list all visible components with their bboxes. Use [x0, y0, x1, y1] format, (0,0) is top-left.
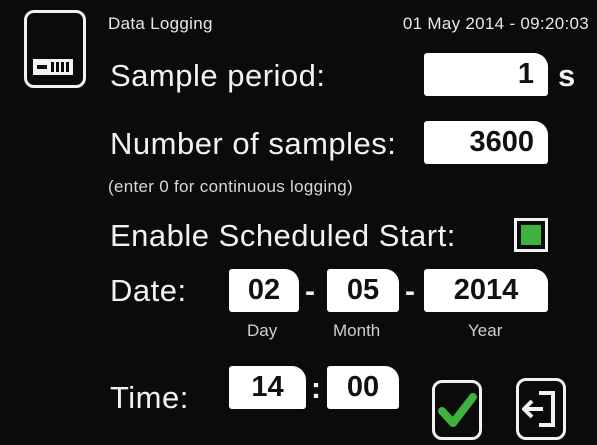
continuous-logging-hint: (enter 0 for continuous logging) [108, 177, 353, 196]
time-minute-field[interactable]: 00 [327, 366, 399, 409]
time-hour-field[interactable]: 14 [229, 366, 306, 409]
sample-period-unit: s [558, 58, 576, 93]
scheduled-start-label: Enable Scheduled Start: [110, 218, 456, 253]
data-logging-screen: Data Logging 01 May 2014 - 09:20:03 Samp… [0, 0, 597, 445]
screen-title: Data Logging [108, 14, 213, 33]
date-label: Date: [110, 273, 187, 308]
confirm-button[interactable] [432, 380, 482, 440]
date-separator: - [305, 275, 315, 308]
exit-icon [522, 391, 555, 427]
status-bar: Data Logging 01 May 2014 - 09:20:03 [108, 14, 589, 34]
day-caption: Day [247, 321, 278, 340]
checkbox-checked-indicator [521, 225, 541, 245]
time-label: Time: [110, 380, 189, 415]
number-of-samples-field[interactable]: 3600 [424, 121, 548, 164]
date-separator: - [405, 275, 415, 308]
time-separator: : [311, 372, 321, 405]
number-of-samples-label: Number of samples: [110, 126, 397, 161]
sample-period-field[interactable]: 1 [424, 53, 548, 96]
exit-button[interactable] [516, 378, 566, 440]
scheduled-start-checkbox[interactable] [514, 218, 548, 252]
month-caption: Month [333, 321, 381, 340]
sd-card-icon[interactable] [24, 10, 86, 88]
sample-period-label: Sample period: [110, 58, 326, 93]
year-caption: Year [468, 321, 503, 340]
checkmark-icon [438, 393, 477, 427]
date-day-field[interactable]: 02 [229, 269, 299, 312]
date-year-field[interactable]: 2014 [424, 269, 548, 312]
date-month-field[interactable]: 05 [327, 269, 399, 312]
datetime-readout: 01 May 2014 - 09:20:03 [402, 14, 589, 33]
